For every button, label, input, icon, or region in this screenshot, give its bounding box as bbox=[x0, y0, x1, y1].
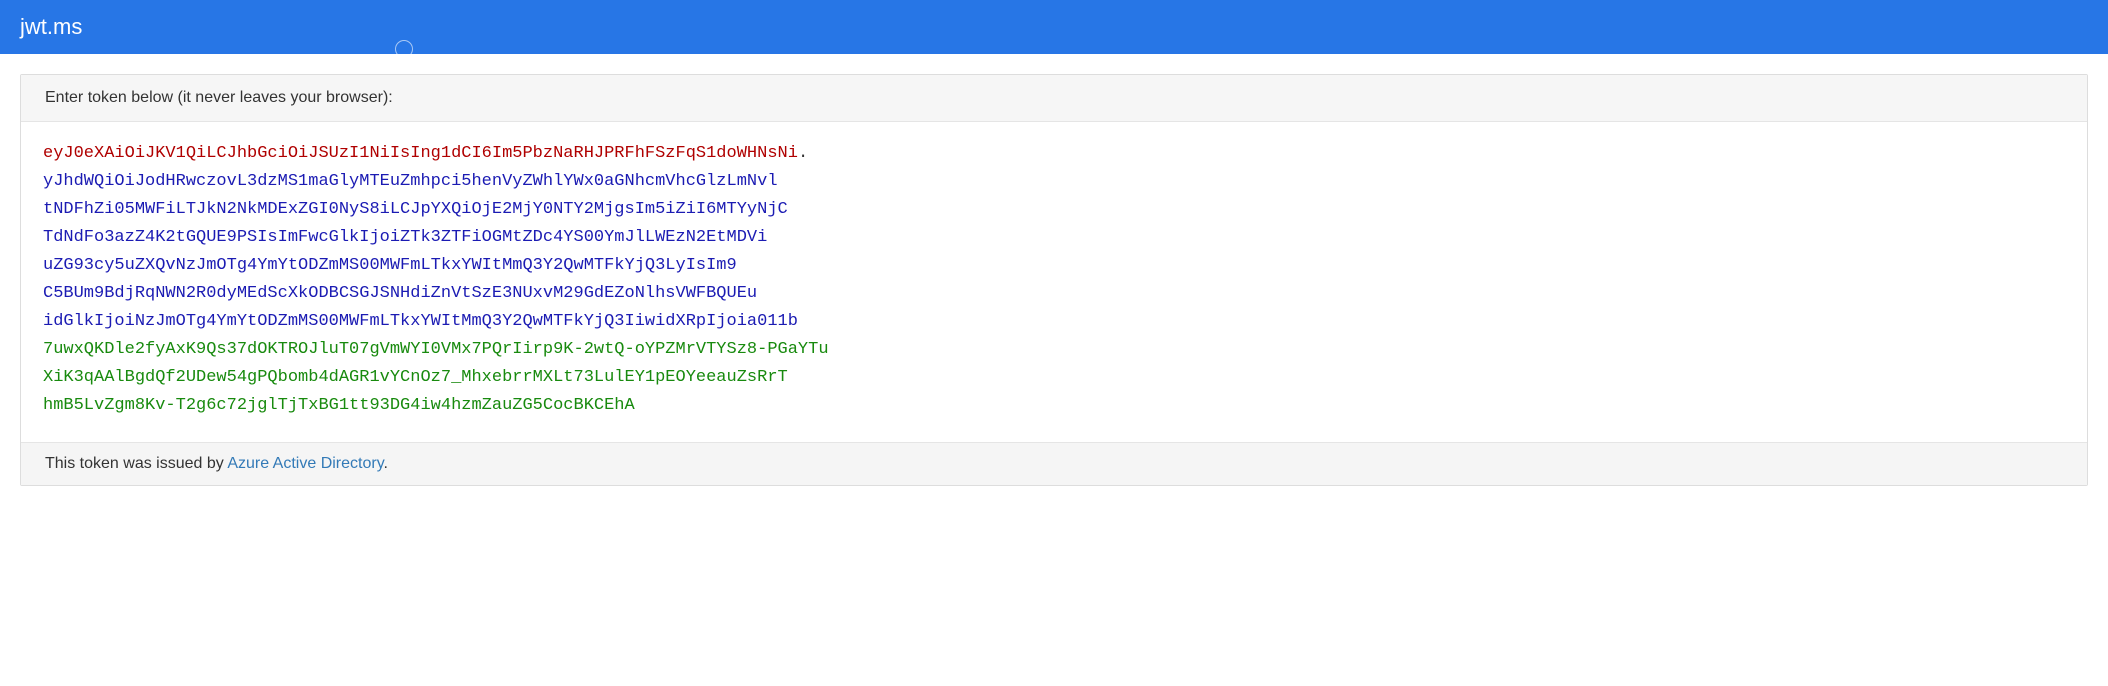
token-display[interactable]: eyJ0eXAiOiJKV1QiLCJhbGciOiJSUzI1NiIsIng1… bbox=[21, 122, 2087, 442]
app-title: jwt.ms bbox=[20, 14, 82, 40]
jwt-signature-line: 7uwxQKDle2fyAxK9Qs37dOKTROJluT07gVmWYI0V… bbox=[43, 340, 829, 359]
token-panel: Enter token below (it never leaves your … bbox=[20, 74, 2088, 486]
jwt-payload-line: tNDFhZi05MWFiLTJkN2NkMDExZGI0NyS8iLCJpYX… bbox=[43, 200, 788, 219]
main-container: Enter token below (it never leaves your … bbox=[0, 54, 2108, 506]
panel-heading: Enter token below (it never leaves your … bbox=[21, 75, 2087, 122]
app-header: jwt.ms bbox=[0, 0, 2108, 54]
jwt-payload-line: uZG93cy5uZXQvNzJmOTg4YmYtODZmMS00MWFmLTk… bbox=[43, 256, 737, 275]
jwt-payload-line: yJhdWQiOiJodHRwczovL3dzMS1maGlyMTEuZmhpc… bbox=[43, 172, 778, 191]
issuer-suffix: . bbox=[384, 455, 388, 472]
jwt-payload-line: TdNdFo3azZ4K2tGQUE9PSIsImFwcGlkIjoiZTk3Z… bbox=[43, 228, 767, 247]
jwt-payload-line: C5BUm9BdjRqNWN2R0dyMEdScXkODBCSGJSNHdiZn… bbox=[43, 284, 757, 303]
issuer-link[interactable]: Azure Active Directory bbox=[227, 455, 383, 472]
loading-spinner-icon bbox=[395, 40, 413, 58]
jwt-header-segment: eyJ0eXAiOiJKV1QiLCJhbGciOiJSUzI1NiIsIng1… bbox=[43, 144, 798, 163]
jwt-signature-line: hmB5LvZgm8Kv-T2g6c72jglTjTxBG1tt93DG4iw4… bbox=[43, 396, 635, 415]
jwt-signature-line: XiK3qAAlBgdQf2UDew54gPQbomb4dAGR1vYCnOz7… bbox=[43, 368, 788, 387]
issuer-footer: This token was issued by Azure Active Di… bbox=[21, 442, 2087, 485]
jwt-payload-line: idGlkIjoiNzJmOTg4YmYtODZmMS00MWFmLTkxYWI… bbox=[43, 312, 798, 331]
issuer-prefix: This token was issued by bbox=[45, 455, 227, 472]
